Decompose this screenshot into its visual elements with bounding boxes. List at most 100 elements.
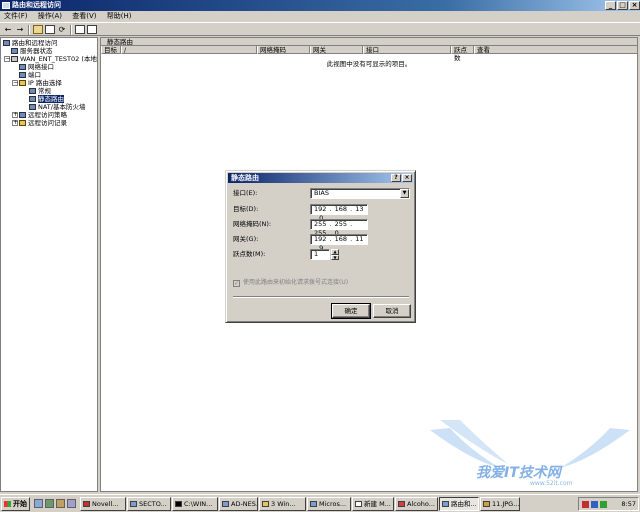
task-button-image[interactable]: 11.JPG... bbox=[480, 497, 520, 511]
alcohol-icon bbox=[398, 501, 405, 507]
refresh-icon[interactable]: ⟳ bbox=[57, 25, 67, 34]
expand-server-toggle[interactable]: − bbox=[4, 56, 10, 62]
clock[interactable]: 8:57 bbox=[621, 498, 636, 510]
gateway-label: 网关(G): bbox=[233, 235, 259, 243]
column-gateway[interactable]: 网关 bbox=[310, 46, 363, 54]
column-sort-indicator[interactable]: / bbox=[121, 46, 257, 54]
demand-dial-checkbox[interactable]: ✓ bbox=[233, 280, 240, 287]
toolbar: ← → ⟳ bbox=[0, 22, 640, 36]
quicklaunch-browser-icon[interactable] bbox=[67, 499, 76, 508]
task-button-cmd[interactable]: C:\WIN... bbox=[172, 497, 218, 511]
task-button-secto[interactable]: SECTO... bbox=[127, 497, 171, 511]
tree-item-network-interfaces[interactable]: 网络接口 bbox=[19, 63, 54, 71]
dialog-help-button[interactable]: ? bbox=[391, 174, 401, 182]
task-button-novell[interactable]: Novell... bbox=[80, 497, 126, 511]
expand-policies-toggle[interactable]: + bbox=[12, 112, 18, 118]
task-button-new[interactable]: 新建 M... bbox=[352, 497, 394, 511]
cancel-button[interactable]: 取消 bbox=[373, 304, 411, 318]
quicklaunch-app-icon[interactable] bbox=[56, 499, 65, 508]
tree-item-server[interactable]: WAN_ENT_TEST02 (本地) bbox=[11, 55, 97, 63]
close-button[interactable]: × bbox=[629, 1, 640, 10]
quicklaunch-desktop-icon[interactable] bbox=[45, 499, 54, 508]
task-button-ad[interactable]: AD-NES... bbox=[219, 497, 258, 511]
column-target[interactable]: 目标 bbox=[101, 46, 121, 54]
console-icon bbox=[175, 501, 182, 507]
tree-item-static-routes[interactable]: 静态路由 bbox=[29, 95, 64, 103]
metric-field[interactable]: 1 bbox=[310, 249, 330, 260]
app-icon bbox=[310, 501, 317, 507]
forward-arrow-icon[interactable]: → bbox=[15, 25, 25, 34]
ok-button[interactable]: 确定 bbox=[331, 303, 371, 319]
app-icon bbox=[2, 2, 10, 9]
up-folder-icon[interactable] bbox=[33, 25, 43, 34]
interface-value: BIAS bbox=[314, 189, 329, 197]
column-metric[interactable]: 跃点数 bbox=[451, 46, 474, 62]
destination-ip-field[interactable]: 192 . 168 . 13 . 0 bbox=[310, 204, 368, 222]
server-icon bbox=[11, 56, 18, 62]
dialog-title-bar[interactable]: 静态路由 ? × bbox=[228, 173, 413, 183]
static-route-dialog: 静态路由 ? × 接口(E): BIAS ▼ 目标(D): 192 . 168 … bbox=[225, 170, 416, 323]
menu-bar: 文件(F) 操作(A) 查看(V) 帮助(H) bbox=[0, 11, 640, 21]
back-arrow-icon[interactable]: ← bbox=[3, 25, 13, 34]
title-bar[interactable]: 路由和远程访问 _ □ × bbox=[0, 0, 640, 11]
toolbar-separator bbox=[28, 25, 30, 35]
window-title: 路由和远程访问 bbox=[12, 1, 61, 9]
taskbar: 开始 Novell... SECTO... C:\WIN... AD-NES..… bbox=[0, 494, 640, 512]
demand-dial-checkbox-row: ✓ 使用此路由来初始化请求拨号式连接(U) bbox=[233, 279, 348, 287]
netmask-ip-field[interactable]: 255 . 255 . 255 . 0 bbox=[310, 219, 368, 237]
gateway-ip-field[interactable]: 192 . 168 . 11 . 9 bbox=[310, 234, 368, 252]
tree-item-root[interactable]: 路由和远程访问 bbox=[3, 39, 58, 47]
tray-app-icon[interactable] bbox=[582, 501, 589, 508]
chevron-down-icon[interactable]: ▼ bbox=[400, 189, 409, 198]
tree-item-remote-logging[interactable]: 远程访问记录 bbox=[19, 119, 67, 127]
document-icon bbox=[355, 501, 362, 507]
menu-view[interactable]: 查看(V) bbox=[68, 11, 100, 21]
maximize-button[interactable]: □ bbox=[617, 1, 628, 10]
tree-item-ip-routing[interactable]: IP 路由选择 bbox=[19, 79, 62, 87]
expand-logging-toggle[interactable]: + bbox=[12, 120, 18, 126]
tree-item-ports[interactable]: 端口 bbox=[19, 71, 41, 79]
dialog-close-button[interactable]: × bbox=[402, 174, 412, 182]
help-icon[interactable] bbox=[87, 25, 97, 34]
column-headers: 目标 / 网络掩码 网关 接口 跃点数 查看 bbox=[101, 46, 637, 62]
interface-dropdown[interactable]: BIAS ▼ bbox=[310, 188, 410, 199]
destination-label: 目标(D): bbox=[233, 205, 259, 213]
column-interface[interactable]: 接口 bbox=[363, 46, 451, 54]
task-button-microsoft[interactable]: Micros... bbox=[307, 497, 351, 511]
tray-volume-icon[interactable] bbox=[600, 501, 607, 508]
dialog-title: 静态路由 bbox=[231, 174, 259, 182]
interface-label: 接口(E): bbox=[233, 189, 258, 197]
console-tree[interactable]: 路由和远程访问 服务器状态 − WAN_ENT_TEST02 (本地) 网络接口… bbox=[0, 37, 98, 492]
spin-down-icon[interactable]: ▼ bbox=[331, 254, 339, 260]
metric-spinner[interactable]: ▲ ▼ bbox=[331, 249, 339, 260]
menu-help[interactable]: 帮助(H) bbox=[103, 11, 136, 21]
tray-network-icon[interactable] bbox=[591, 501, 598, 508]
properties-icon[interactable] bbox=[45, 25, 55, 34]
tree-item-nat[interactable]: NAT/基本防火墙 bbox=[29, 103, 85, 111]
folder-icon bbox=[19, 80, 26, 86]
system-tray: 8:57 bbox=[578, 497, 639, 511]
export-icon[interactable] bbox=[75, 25, 85, 34]
quicklaunch-explorer-icon[interactable] bbox=[34, 499, 43, 508]
task-button-windows[interactable]: 3 Win... bbox=[259, 497, 306, 511]
task-button-alcohol[interactable]: Alcoho... bbox=[395, 497, 438, 511]
policy-icon bbox=[19, 112, 26, 118]
pane-title: 静态路由 bbox=[101, 38, 637, 46]
image-icon bbox=[483, 501, 490, 507]
tree-item-server-status[interactable]: 服务器状态 bbox=[11, 47, 53, 55]
column-view[interactable]: 查看 bbox=[474, 46, 637, 54]
menu-file[interactable]: 文件(F) bbox=[0, 11, 32, 21]
folder-icon bbox=[19, 120, 26, 126]
start-button[interactable]: 开始 bbox=[1, 497, 30, 511]
app-icon bbox=[222, 501, 229, 507]
menu-action[interactable]: 操作(A) bbox=[34, 11, 66, 21]
column-netmask[interactable]: 网络掩码 bbox=[257, 46, 310, 54]
tree-item-general[interactable]: 常规 bbox=[29, 87, 51, 95]
tree-item-remote-policies[interactable]: 远程访问策略 bbox=[19, 111, 67, 119]
novell-icon bbox=[83, 501, 90, 507]
toolbar-separator bbox=[70, 25, 72, 35]
minimize-button[interactable]: _ bbox=[605, 1, 616, 10]
task-button-routing[interactable]: 路由和... bbox=[439, 497, 479, 511]
expand-ip-routing-toggle[interactable]: − bbox=[12, 80, 18, 86]
routing-icon bbox=[3, 40, 10, 46]
